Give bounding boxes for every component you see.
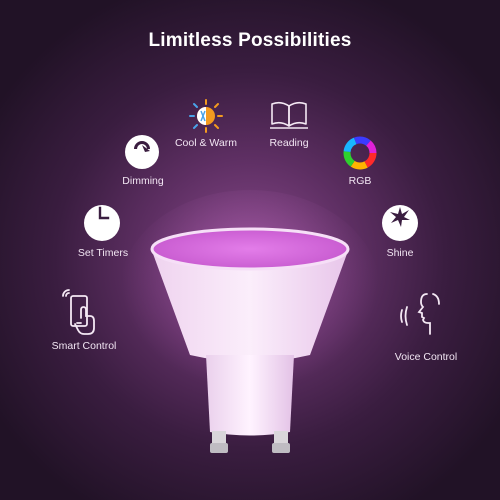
feature-label: Smart Control bbox=[51, 340, 117, 352]
feature-voice-control: Voice Control bbox=[371, 290, 481, 365]
rgb-ring-icon bbox=[343, 136, 377, 170]
gu10-bulb-image bbox=[150, 227, 350, 453]
star-burst-icon bbox=[382, 205, 418, 241]
feature-label: Dimming bbox=[122, 175, 164, 187]
sun-snowflake-icon bbox=[189, 99, 223, 133]
feature-label: Voice Control bbox=[394, 351, 458, 363]
feature-set-timers: Set Timers bbox=[48, 205, 158, 260]
phone-tap-icon bbox=[62, 289, 95, 335]
feature-label: Shine bbox=[386, 247, 414, 259]
page-title: Limitless Possibilities bbox=[148, 30, 352, 51]
feature-label: RGB bbox=[348, 175, 372, 187]
feature-smart-control: Smart Control bbox=[29, 288, 139, 354]
feature-rgb: RGB bbox=[305, 135, 415, 187]
open-book-icon bbox=[270, 101, 308, 129]
clock-icon bbox=[84, 205, 120, 241]
dimmer-icon bbox=[125, 135, 159, 169]
voice-head-icon bbox=[400, 293, 440, 335]
feature-shine: Shine bbox=[345, 205, 455, 260]
feature-label: Set Timers bbox=[77, 247, 129, 259]
feature-dimming: Dimming bbox=[88, 135, 198, 187]
